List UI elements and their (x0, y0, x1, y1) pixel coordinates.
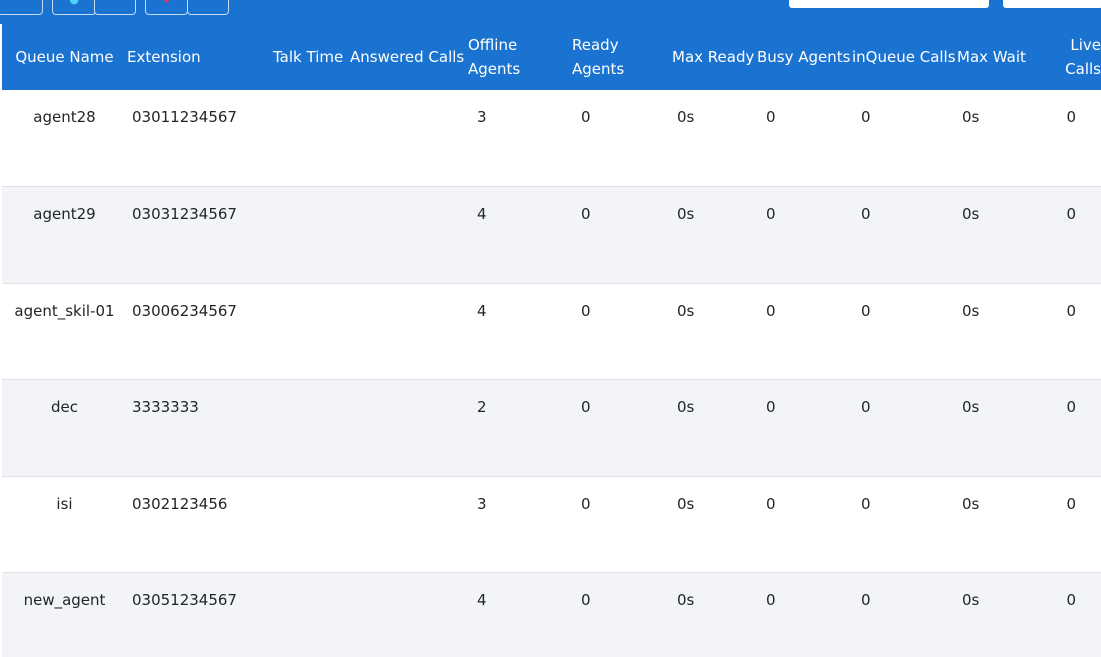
cell-queue-name: agent_skil-01 (2, 282, 127, 380)
toolbar-button-5[interactable] (187, 0, 229, 15)
header-max-ready[interactable]: Max Ready (672, 24, 757, 90)
header-talk-time[interactable]: Talk Time (273, 24, 350, 90)
search-input[interactable] (789, 0, 989, 8)
cell-offline-agents: 3 (477, 108, 487, 126)
cell-inqueue-calls: 0 (852, 572, 957, 657)
header-live-calls[interactable]: Live Calls (1041, 24, 1101, 90)
cell-extension: 3333333 (127, 379, 273, 476)
cell-queue-name: agent29 (2, 186, 127, 283)
cell-talk-time (273, 572, 350, 657)
refresh-icon: ● (69, 0, 79, 5)
header-ready-agents[interactable]: Ready Agents (572, 24, 672, 90)
toolbar-alert-button[interactable]: ♥ (145, 0, 188, 15)
cell-inqueue-calls: 0 (852, 186, 957, 283)
cell-ready-agents: 0 (572, 379, 672, 476)
cell-talk-time (273, 379, 350, 476)
cell-offline-agents: 4 (468, 282, 572, 380)
table-row[interactable]: new_agent 03051234567 4 0 0s 0 0 0s 0 (2, 572, 1101, 657)
cell-live-calls: 0 (1041, 475, 1101, 573)
cell-queue-name: isi (2, 475, 127, 573)
cell-max-wait: 0s (957, 282, 1041, 380)
cell-busy-agents: 0 (757, 186, 852, 283)
cell-talk-time (273, 186, 350, 283)
cell-queue-name: dec (2, 379, 127, 476)
cell-busy-agents: 0 (757, 475, 852, 573)
cell-inqueue-calls: 0 (861, 108, 871, 126)
toolbar-button-1[interactable] (0, 0, 43, 15)
cell-ready-agents: 0 (572, 475, 672, 573)
cell-queue-name: agent28 (33, 108, 96, 126)
cell-answered-calls (350, 90, 468, 187)
cell-live-calls: 0 (1041, 186, 1101, 283)
cell-queue-name: new_agent (2, 572, 127, 657)
header-max-wait[interactable]: Max Wait (957, 24, 1041, 90)
cell-answered-calls (350, 572, 468, 657)
cell-max-ready: 0s (672, 282, 757, 380)
header-queue-name[interactable]: Queue Name (2, 24, 127, 90)
cell-answered-calls (350, 379, 468, 476)
cell-extension: 03006234567 (127, 282, 273, 380)
cell-talk-time (273, 282, 350, 380)
cell-busy-agents: 0 (757, 379, 852, 476)
cell-offline-agents: 2 (468, 379, 572, 476)
cell-extension: 03011234567 (132, 108, 237, 126)
toolbar-refresh-button[interactable]: ● (52, 0, 96, 15)
cell-answered-calls (350, 186, 468, 283)
table-row[interactable]: isi 0302123456 3 0 0s 0 0 0s 0 (2, 475, 1101, 573)
cell-max-wait: 0s (957, 186, 1041, 283)
cell-live-calls: 0 (1041, 282, 1101, 380)
cell-inqueue-calls: 0 (852, 282, 957, 380)
filter-select[interactable] (1003, 0, 1101, 8)
cell-max-ready: 0s (672, 186, 757, 283)
table-row[interactable]: dec 3333333 2 0 0s 0 0 0s 0 (2, 379, 1101, 476)
cell-talk-time (273, 475, 350, 573)
table-row[interactable]: agent_skil-01 03006234567 4 0 0s 0 0 0s … (2, 282, 1101, 380)
alert-icon: ♥ (162, 0, 172, 5)
cell-max-wait: 0s (957, 379, 1041, 476)
cell-ready-agents: 0 (581, 108, 591, 126)
header-busy-agents[interactable]: Busy Agents (757, 24, 852, 90)
cell-max-ready: 0s (672, 572, 757, 657)
cell-live-calls: 0 (1066, 108, 1076, 126)
cell-inqueue-calls: 0 (852, 475, 957, 573)
toolbar: ● ♥ (0, 0, 1101, 24)
cell-talk-time (273, 90, 350, 187)
cell-extension: 03051234567 (127, 572, 273, 657)
cell-max-ready: 0s (672, 379, 757, 476)
cell-extension: 03031234567 (127, 186, 273, 283)
cell-inqueue-calls: 0 (852, 379, 957, 476)
cell-max-wait: 0s (957, 572, 1041, 657)
cell-offline-agents: 4 (468, 572, 572, 657)
table-row[interactable]: agent28 03011234567 3 0 0s 0 0 0s 0 (2, 90, 1101, 187)
toolbar-button-3[interactable] (94, 0, 136, 15)
cell-extension: 0302123456 (127, 475, 273, 573)
header-extension[interactable]: Extension (127, 24, 273, 90)
cell-answered-calls (350, 475, 468, 573)
cell-live-calls: 0 (1041, 572, 1101, 657)
cell-ready-agents: 0 (572, 282, 672, 380)
cell-live-calls: 0 (1041, 379, 1101, 476)
cell-busy-agents: 0 (757, 572, 852, 657)
cell-max-ready: 0s (672, 475, 757, 573)
cell-answered-calls (350, 282, 468, 380)
cell-busy-agents: 0 (757, 282, 852, 380)
cell-offline-agents: 4 (468, 186, 572, 283)
cell-max-ready: 0s (677, 108, 695, 126)
header-offline-agents[interactable]: Offline Agents (468, 24, 572, 90)
cell-max-wait: 0s (962, 108, 980, 126)
cell-busy-agents: 0 (766, 108, 776, 126)
table-header-row: Queue Name Extension Talk Time Answered … (2, 24, 1101, 90)
cell-max-wait: 0s (957, 475, 1041, 573)
header-answered-calls[interactable]: Answered Calls (350, 24, 468, 90)
header-inqueue-calls[interactable]: inQueue Calls (852, 24, 957, 90)
table-row[interactable]: agent29 03031234567 4 0 0s 0 0 0s 0 (2, 186, 1101, 283)
queue-stats-table: Queue Name Extension Talk Time Answered … (2, 24, 1101, 657)
cell-ready-agents: 0 (572, 186, 672, 283)
cell-ready-agents: 0 (572, 572, 672, 657)
cell-offline-agents: 3 (468, 475, 572, 573)
